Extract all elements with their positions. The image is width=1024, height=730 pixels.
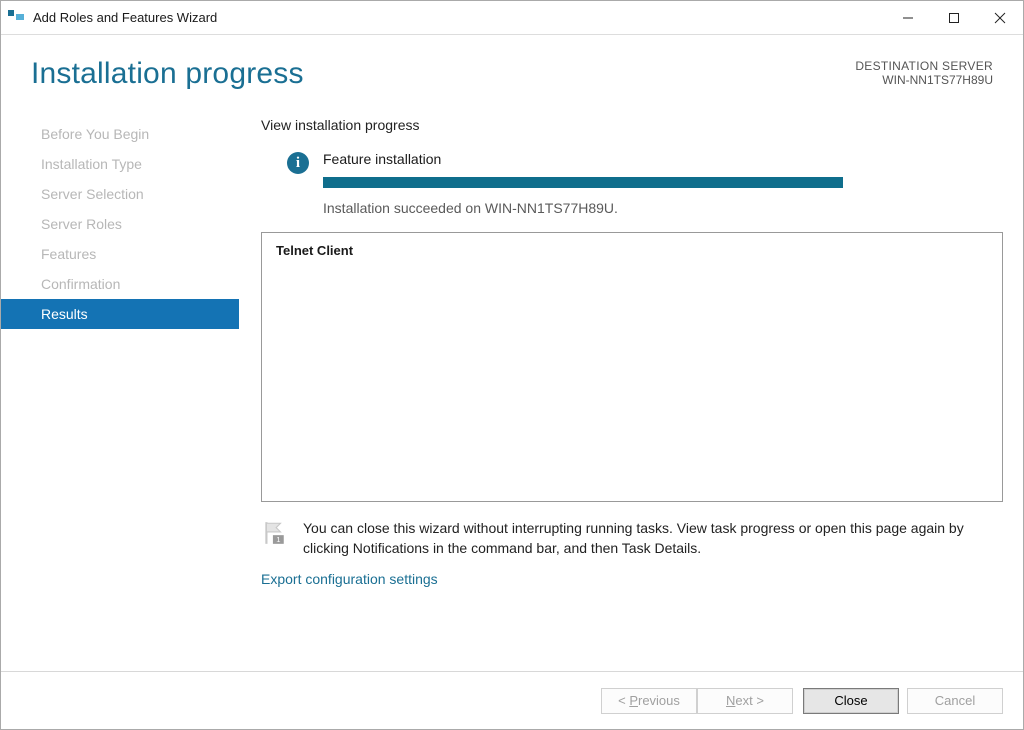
result-text: Installation succeeded on WIN-NN1TS77H89… xyxy=(323,200,1003,216)
sidebar-item-server-selection: Server Selection xyxy=(1,179,239,209)
header-region: Installation progress DESTINATION SERVER… xyxy=(1,35,1023,99)
destination-server: WIN-NN1TS77H89U xyxy=(855,73,993,87)
feature-name: Telnet Client xyxy=(276,243,988,258)
export-config-link[interactable]: Export configuration settings xyxy=(261,571,1003,587)
sidebar-item-results[interactable]: Results xyxy=(1,299,239,329)
wizard-window: Add Roles and Features Wizard Installati… xyxy=(0,0,1024,730)
progress-bar xyxy=(323,177,843,188)
feature-results-box: Telnet Client xyxy=(261,232,1003,502)
cancel-button: Cancel xyxy=(907,688,1003,714)
minimize-button[interactable] xyxy=(885,1,931,34)
sidebar-item-before-you-begin: Before You Begin xyxy=(1,119,239,149)
sidebar-item-server-roles: Server Roles xyxy=(1,209,239,239)
destination-label: DESTINATION SERVER xyxy=(855,59,993,73)
hint-row: 1 You can close this wizard without inte… xyxy=(261,516,1003,567)
close-button[interactable]: Close xyxy=(803,688,899,714)
sidebar-item-label: Installation Type xyxy=(41,156,142,172)
previous-label: revious xyxy=(638,693,680,708)
previous-button: < Previous xyxy=(601,688,697,714)
destination-block: DESTINATION SERVER WIN-NN1TS77H89U xyxy=(855,59,993,87)
sidebar-item-label: Server Selection xyxy=(41,186,144,202)
status-column: Feature installation Installation succee… xyxy=(323,151,1003,216)
body-region: Before You Begin Installation Type Serve… xyxy=(1,99,1023,671)
flag-icon: 1 xyxy=(261,520,287,546)
section-subhead: View installation progress xyxy=(261,117,1003,133)
status-row: i Feature installation Installation succ… xyxy=(261,151,1003,216)
next-label: ext xyxy=(735,693,752,708)
nav-button-group: < Previous Next > xyxy=(601,688,793,714)
wizard-footer: < Previous Next > Close Cancel xyxy=(1,671,1023,729)
sidebar-item-label: Features xyxy=(41,246,96,262)
svg-text:1: 1 xyxy=(276,535,280,544)
wizard-sidebar: Before You Begin Installation Type Serve… xyxy=(1,111,239,671)
window-controls xyxy=(885,1,1023,34)
info-icon: i xyxy=(287,152,309,174)
sidebar-item-label: Server Roles xyxy=(41,216,122,232)
sidebar-list: Before You Begin Installation Type Serve… xyxy=(1,119,239,329)
sidebar-item-label: Results xyxy=(41,306,88,322)
sidebar-item-label: Before You Begin xyxy=(41,126,149,142)
app-icon xyxy=(7,9,25,27)
titlebar: Add Roles and Features Wizard xyxy=(1,1,1023,35)
status-text: Feature installation xyxy=(323,151,1003,167)
window-title: Add Roles and Features Wizard xyxy=(33,10,217,25)
sidebar-item-confirmation: Confirmation xyxy=(1,269,239,299)
page-title: Installation progress xyxy=(31,57,304,91)
maximize-button[interactable] xyxy=(931,1,977,34)
hint-text: You can close this wizard without interr… xyxy=(303,518,1003,559)
sidebar-item-features: Features xyxy=(1,239,239,269)
sidebar-item-installation-type: Installation Type xyxy=(1,149,239,179)
next-button: Next > xyxy=(697,688,793,714)
main-panel: View installation progress i Feature ins… xyxy=(239,111,1003,671)
sidebar-item-label: Confirmation xyxy=(41,276,120,292)
close-window-button[interactable] xyxy=(977,1,1023,34)
